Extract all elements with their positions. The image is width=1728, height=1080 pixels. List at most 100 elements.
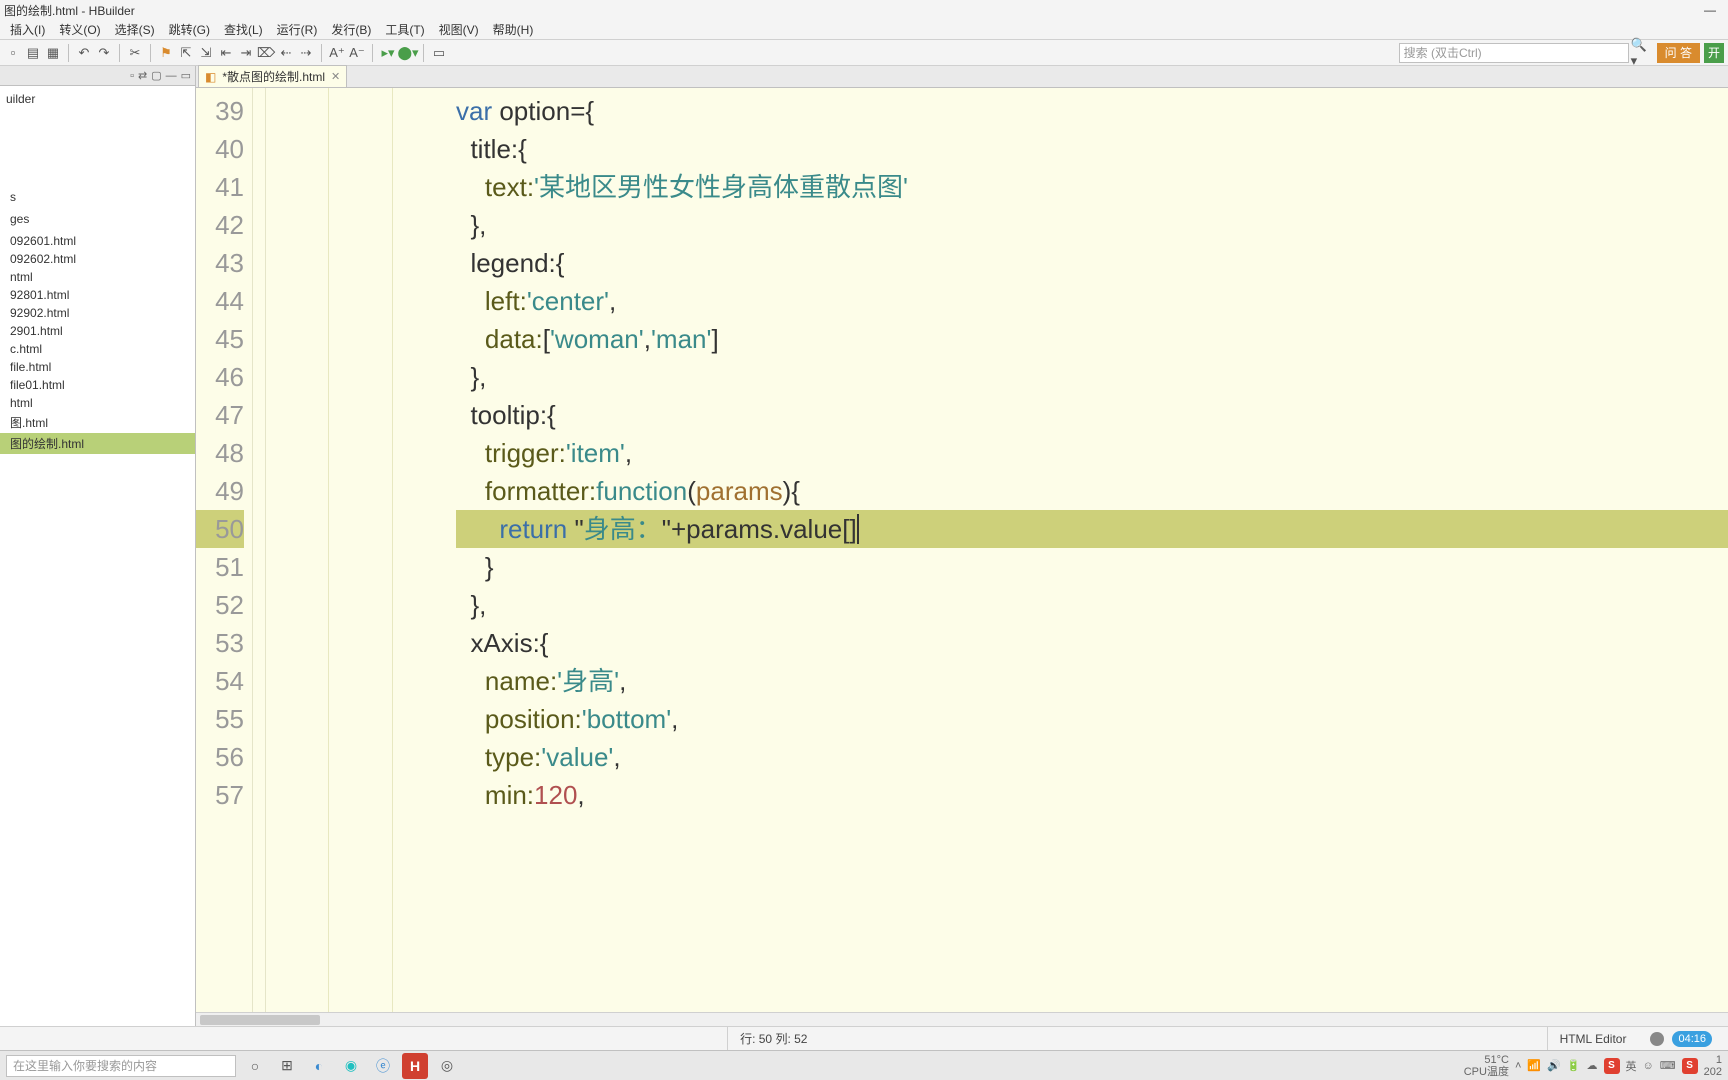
status-bar: 行: 50 列: 52 HTML Editor 04:16 (0, 1026, 1728, 1050)
indent-guides (266, 88, 456, 1012)
code-editor[interactable]: 39404142434445464748495051525354555657 v… (196, 88, 1728, 1012)
minimize-panel-icon[interactable]: — (166, 70, 177, 82)
file-item[interactable]: 92902.html (0, 304, 195, 322)
close-tab-icon[interactable]: ✕ (331, 70, 340, 83)
main-area: ▫ ⇄ ▢ — ▭ uilder s ges 092601.html092602.h… (0, 66, 1728, 1026)
menu-tools[interactable]: 工具(T) (379, 19, 430, 40)
browser-icon[interactable]: ⬤▾ (399, 44, 417, 62)
user-icon[interactable] (1650, 1032, 1664, 1046)
temperature: 51°CCPU温度 (1464, 1054, 1509, 1078)
step-in-icon[interactable]: ⇤ (217, 44, 235, 62)
fold-column (252, 88, 266, 1012)
file-item[interactable]: 2901.html (0, 322, 195, 340)
toolbar: ▫ ▤ ▦ ↶ ↷ ✂ ⚑ ⇱ ⇲ ⇤ ⇥ ⌦ ⇠ ⇢ A⁺ A⁻ ▸▾ ⬤▾ … (0, 40, 1728, 66)
menu-help[interactable]: 帮助(H) (487, 19, 540, 40)
task-view-icon[interactable]: ⊞ (274, 1053, 300, 1079)
cut-icon[interactable]: ✂ (126, 44, 144, 62)
menu-insert[interactable]: 插入(I) (4, 19, 51, 40)
menu-publish[interactable]: 发行(B) (325, 19, 377, 40)
network-icon[interactable]: 📶 (1527, 1059, 1541, 1072)
tray-icon[interactable]: ☁ (1587, 1059, 1598, 1072)
app-icon-1[interactable]: ◐ (306, 1053, 332, 1079)
clock-date: 1202 (1704, 1054, 1722, 1078)
cursor-position: 行: 50 列: 52 (727, 1027, 819, 1050)
line-gutter: 39404142434445464748495051525354555657 (196, 88, 252, 1012)
maximize-panel-icon[interactable]: ▭ (181, 69, 191, 82)
search-input[interactable]: 搜索 (双击Ctrl) (1399, 43, 1629, 63)
file-tree: uilder s ges 092601.html092602.htmlntml928… (0, 86, 195, 1026)
step-out-icon[interactable]: ⇥ (237, 44, 255, 62)
file-icon: ◧ (205, 70, 216, 84)
emoji-icon[interactable]: ☺ (1643, 1060, 1654, 1072)
editor-mode: HTML Editor (1547, 1027, 1639, 1050)
battery-icon[interactable]: 🔋 (1567, 1059, 1581, 1072)
delete-icon[interactable]: ⌦ (257, 44, 275, 62)
file-item[interactable]: ges (0, 210, 195, 228)
clock-badge: 04:16 (1672, 1031, 1712, 1047)
scrollbar-thumb[interactable] (200, 1015, 320, 1025)
volume-icon[interactable]: 🔊 (1547, 1059, 1561, 1072)
project-root[interactable]: uilder (0, 90, 195, 108)
menu-view[interactable]: 视图(V) (433, 19, 485, 40)
run-icon[interactable]: ▸▾ (379, 44, 397, 62)
tab-label: *散点图的绘制.html (222, 68, 325, 85)
indent-icon[interactable]: ⇢ (297, 44, 315, 62)
menu-escape[interactable]: 转义(O) (53, 19, 106, 40)
sogou-icon-2[interactable]: S (1682, 1058, 1698, 1074)
search-dropdown-icon[interactable]: 🔍▾ (1631, 44, 1649, 62)
file-item[interactable]: file01.html (0, 376, 195, 394)
taskbar-search[interactable]: 在这里输入你要搜索的内容 (6, 1055, 236, 1077)
link-icon[interactable]: ⇄ (138, 69, 147, 82)
font-increase-icon[interactable]: A⁺ (328, 44, 346, 62)
save-icon[interactable]: ▤ (24, 44, 42, 62)
edge-icon[interactable]: ⓔ (370, 1053, 396, 1079)
chrome-icon[interactable]: ◎ (434, 1053, 460, 1079)
file-item[interactable]: 092601.html (0, 232, 195, 250)
code-content[interactable]: var option={ title:{ text:'某地区男性女性身高体重散点… (456, 88, 1728, 1012)
outdent-icon[interactable]: ⇠ (277, 44, 295, 62)
sogou-ime-icon[interactable]: S (1604, 1058, 1620, 1074)
minimize-icon[interactable]: — (1696, 3, 1724, 17)
file-item[interactable]: c.html (0, 340, 195, 358)
file-item[interactable]: ntml (0, 268, 195, 286)
file-item[interactable]: s (0, 188, 195, 206)
windows-taskbar: 在这里输入你要搜索的内容 ○ ⊞ ◐ ◉ ⓔ H ◎ 51°CCPU温度 ˄ 📶… (0, 1050, 1728, 1080)
tray-up-icon[interactable]: ˄ (1515, 1060, 1521, 1072)
keyboard-icon[interactable]: ⌨ (1660, 1059, 1676, 1072)
file-item[interactable]: html (0, 394, 195, 412)
hbuilder-icon[interactable]: H (402, 1053, 428, 1079)
collapse-icon[interactable]: ▫ (130, 70, 134, 82)
import-icon[interactable]: ⇲ (197, 44, 215, 62)
redo-icon[interactable]: ↷ (95, 44, 113, 62)
new-file-icon[interactable]: ▫ (4, 44, 22, 62)
export-icon[interactable]: ⇱ (177, 44, 195, 62)
file-item[interactable]: 092602.html (0, 250, 195, 268)
menu-find[interactable]: 查找(L) (218, 19, 269, 40)
system-tray: 51°CCPU温度 ˄ 📶 🔊 🔋 ☁ S 英 ☺ ⌨ S 1202 (1464, 1054, 1722, 1078)
file-item[interactable]: file.html (0, 358, 195, 376)
undo-icon[interactable]: ↶ (75, 44, 93, 62)
editor-tab[interactable]: ◧ *散点图的绘制.html ✕ (198, 65, 347, 87)
file-item[interactable]: 图.html (0, 412, 195, 433)
view-icon[interactable]: ▢ (151, 69, 161, 82)
open-button[interactable]: 开 (1704, 43, 1724, 63)
cortana-icon[interactable]: ○ (242, 1053, 268, 1079)
sidebar-header: ▫ ⇄ ▢ — ▭ (0, 66, 195, 86)
menu-goto[interactable]: 跳转(G) (163, 19, 216, 40)
bookmark-icon[interactable]: ⚑ (157, 44, 175, 62)
save-all-icon[interactable]: ▦ (44, 44, 62, 62)
horizontal-scrollbar[interactable]: ◂ (196, 1012, 1728, 1026)
ask-button[interactable]: 问 答 (1657, 43, 1700, 63)
window-title: 图的绘制.html - HBuilder (4, 2, 135, 19)
file-item[interactable]: 图的绘制.html (0, 433, 195, 454)
title-bar: 图的绘制.html - HBuilder — (0, 0, 1728, 20)
menu-select[interactable]: 选择(S) (109, 19, 161, 40)
font-decrease-icon[interactable]: A⁻ (348, 44, 366, 62)
menu-bar: 插入(I) 转义(O) 选择(S) 跳转(G) 查找(L) 运行(R) 发行(B… (0, 20, 1728, 40)
device-icon[interactable]: ▭ (430, 44, 448, 62)
menu-run[interactable]: 运行(R) (271, 19, 324, 40)
file-item[interactable]: 92801.html (0, 286, 195, 304)
project-sidebar: ▫ ⇄ ▢ — ▭ uilder s ges 092601.html092602.h… (0, 66, 196, 1026)
app-icon-2[interactable]: ◉ (338, 1053, 364, 1079)
ime-lang[interactable]: 英 (1626, 1058, 1637, 1074)
